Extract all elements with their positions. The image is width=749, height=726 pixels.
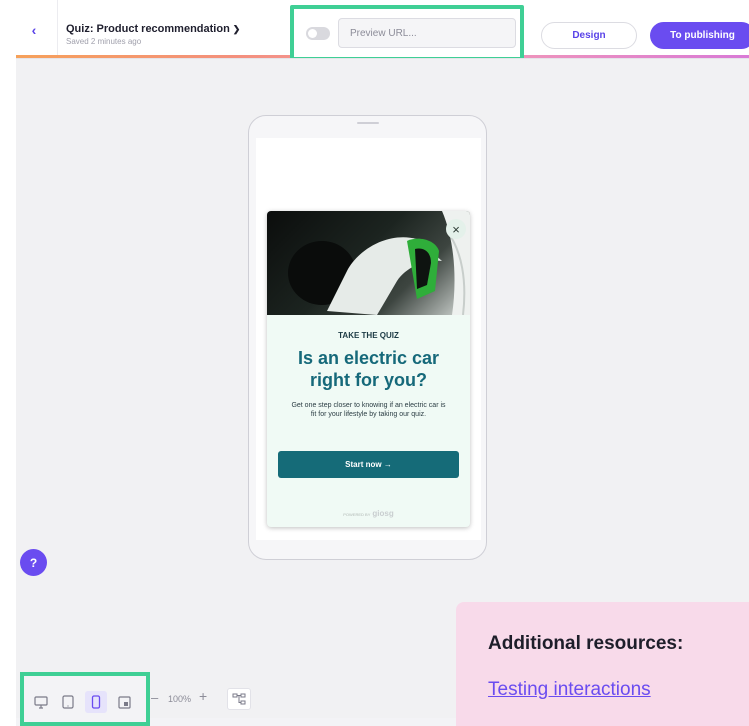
- preview-toggle[interactable]: [306, 26, 330, 40]
- quiz-title: Quiz: Product recommendation: [66, 23, 230, 35]
- sitemap-icon[interactable]: [227, 688, 251, 710]
- desktop-icon[interactable]: [30, 691, 52, 713]
- toggle-knob: [308, 28, 317, 38]
- zoom-level: 100%: [168, 694, 192, 704]
- quiz-title-dropdown[interactable]: Quiz: Product recommendation ❯: [66, 23, 240, 35]
- powered-by: POWERED BY giosg: [267, 509, 470, 518]
- preview-url-highlight: Preview URL...: [290, 5, 524, 61]
- help-button[interactable]: ?: [20, 549, 47, 576]
- headline-line-2: right for you?: [310, 370, 427, 390]
- powered-by-prefix: POWERED BY: [343, 512, 371, 517]
- additional-resources-panel: Additional resources: Testing interactio…: [456, 602, 749, 726]
- mobile-preview-frame: × TAKE THE QUIZ Is an electric car right…: [248, 115, 487, 560]
- quiz-card: × TAKE THE QUIZ Is an electric car right…: [267, 211, 470, 527]
- back-button[interactable]: ‹: [24, 20, 44, 40]
- headline-line-1: Is an electric car: [297, 348, 440, 368]
- resources-title: Additional resources:: [488, 633, 684, 654]
- preview-url-control: Preview URL...: [294, 15, 520, 51]
- hero-image: ×: [267, 211, 470, 315]
- ev-charger-illustration: [288, 211, 470, 315]
- zoom-out-button[interactable]: –: [151, 690, 158, 705]
- quiz-description: Get one step closer to knowing if an ele…: [291, 402, 446, 418]
- device-switcher: [20, 672, 150, 726]
- preview-url-input[interactable]: Preview URL...: [338, 18, 516, 48]
- design-button[interactable]: Design: [541, 22, 637, 49]
- close-icon[interactable]: ×: [446, 219, 466, 239]
- fullscreen-icon[interactable]: [113, 691, 135, 713]
- mobile-icon[interactable]: [85, 691, 107, 713]
- quiz-headline: Is an electric car right for you?: [267, 347, 470, 391]
- start-now-button[interactable]: Start now →: [278, 451, 459, 478]
- left-strip: [0, 0, 16, 726]
- giosg-logo: giosg: [372, 509, 394, 518]
- phone-screen: × TAKE THE QUIZ Is an electric car right…: [256, 138, 481, 540]
- chevron-down-icon: ❯: [232, 24, 241, 34]
- divider: [57, 0, 58, 55]
- tablet-icon[interactable]: [57, 691, 79, 713]
- publish-button[interactable]: To publishing: [650, 22, 749, 49]
- phone-speaker: [357, 122, 379, 124]
- testing-interactions-link[interactable]: Testing interactions: [488, 679, 651, 701]
- saved-status: Saved 2 minutes ago: [66, 37, 142, 46]
- zoom-in-button[interactable]: +: [199, 688, 207, 704]
- chevron-left-icon: ‹: [31, 22, 37, 38]
- quiz-eyebrow: TAKE THE QUIZ: [338, 331, 399, 340]
